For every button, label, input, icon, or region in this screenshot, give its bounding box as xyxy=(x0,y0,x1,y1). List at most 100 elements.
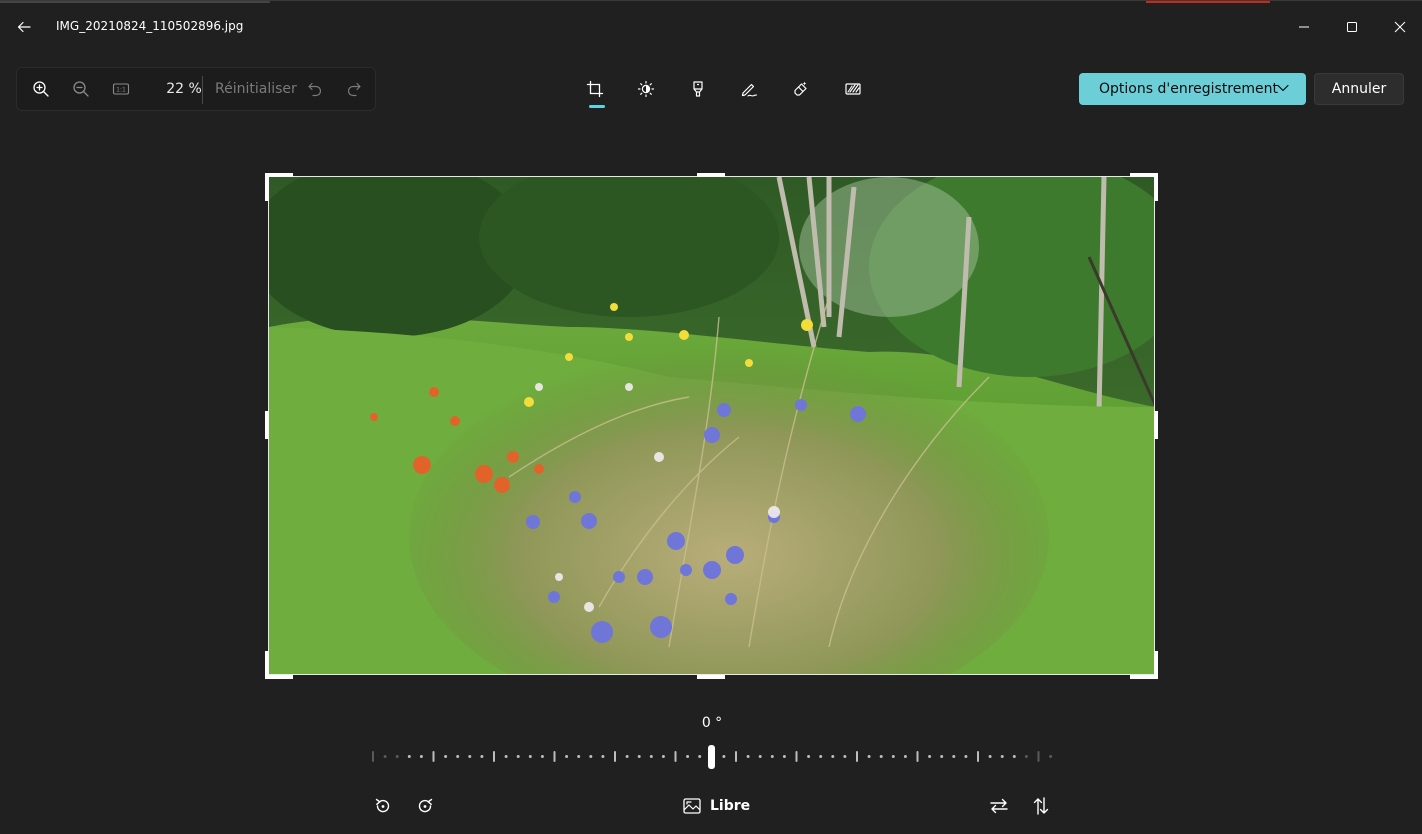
ruler-minor-tick xyxy=(819,755,823,758)
crop-handle-top-left-vertical[interactable] xyxy=(265,173,269,201)
minimize-button[interactable] xyxy=(1288,11,1320,43)
ruler-minor-tick xyxy=(843,755,847,758)
ruler-major-tick xyxy=(553,751,556,762)
ruler-minor-tick xyxy=(540,755,544,758)
ruler-minor-tick xyxy=(419,755,423,758)
crop-handle-left[interactable] xyxy=(265,411,269,439)
crop-handle-bottom[interactable] xyxy=(697,675,725,679)
ruler-minor-tick xyxy=(928,755,932,758)
photo-canvas[interactable] xyxy=(268,176,1155,675)
close-button[interactable] xyxy=(1384,11,1416,43)
crop-handle-right[interactable] xyxy=(1154,411,1158,439)
erase-icon xyxy=(794,81,807,96)
aspect-ratio-icon xyxy=(683,798,701,814)
actual-size-button[interactable]: 1:1 xyxy=(106,74,136,104)
background-tool-button[interactable] xyxy=(838,74,868,104)
flip-horizontal-icon xyxy=(990,798,1008,814)
crop-handle-bottom-left-vertical[interactable] xyxy=(265,651,269,679)
arrow-left-icon xyxy=(17,21,31,33)
ruler-minor-tick xyxy=(940,755,944,758)
ruler-minor-tick xyxy=(807,755,811,758)
ruler-minor-tick xyxy=(516,755,520,758)
ruler-minor-tick xyxy=(577,755,581,758)
rotate-left-icon xyxy=(375,798,390,813)
zoom-separator xyxy=(202,76,203,104)
adjustment-tool-button[interactable] xyxy=(631,74,661,104)
ruler-minor-tick xyxy=(782,755,786,758)
active-tool-indicator xyxy=(589,105,605,108)
redo-button[interactable] xyxy=(339,74,369,104)
zoom-in-icon xyxy=(33,81,49,97)
crop-tool-button[interactable] xyxy=(580,74,610,104)
back-button[interactable] xyxy=(10,13,38,41)
ruler-major-tick xyxy=(432,751,435,762)
flip-horizontal-button[interactable] xyxy=(984,791,1014,821)
flip-vertical-button[interactable] xyxy=(1026,791,1056,821)
ruler-minor-tick xyxy=(625,755,629,758)
undo-icon xyxy=(308,82,322,97)
reset-button[interactable]: Réinitialiser xyxy=(215,81,297,97)
ruler-major-tick xyxy=(977,751,979,762)
crop-handle-top-left[interactable] xyxy=(265,173,293,177)
erase-tool-button[interactable] xyxy=(786,74,816,104)
maximize-button[interactable] xyxy=(1336,11,1368,43)
redo-icon xyxy=(347,82,361,97)
ruler-minor-tick xyxy=(480,755,484,758)
ruler-minor-tick xyxy=(903,755,907,758)
markup-icon xyxy=(741,83,758,97)
minimize-icon xyxy=(1299,26,1309,28)
zoom-out-icon xyxy=(73,81,89,97)
ruler-minor-tick xyxy=(456,755,460,758)
actual-size-icon: 1:1 xyxy=(112,83,130,95)
title-bar: IMG_20210824_110502896.jpg xyxy=(0,1,1422,53)
background-blur-icon xyxy=(845,83,861,95)
ruler-minor-tick xyxy=(395,755,399,758)
filter-tool-button[interactable] xyxy=(683,74,713,104)
ruler-minor-tick xyxy=(528,755,532,758)
ruler-major-tick xyxy=(916,751,919,762)
zoom-in-button[interactable] xyxy=(26,74,56,104)
ruler-minor-tick xyxy=(722,755,726,758)
straighten-angle-label: 0 ° xyxy=(701,715,723,731)
straighten-slider-thumb[interactable] xyxy=(708,745,715,769)
ruler-minor-tick xyxy=(407,755,411,758)
adjustment-icon xyxy=(637,80,655,98)
flip-vertical-icon xyxy=(1033,797,1049,815)
chevron-down-icon xyxy=(1277,84,1289,92)
ruler-minor-tick xyxy=(988,755,992,758)
ruler-minor-tick xyxy=(1024,755,1028,758)
aspect-ratio-button[interactable]: Libre xyxy=(682,793,750,819)
rotate-right-button[interactable] xyxy=(410,791,440,821)
rotate-left-button[interactable] xyxy=(368,791,398,821)
maximize-icon xyxy=(1347,22,1357,32)
save-options-button[interactable]: Options d'enregistrement xyxy=(1079,73,1306,105)
file-title: IMG_20210824_110502896.jpg xyxy=(56,19,244,33)
ruler-minor-tick xyxy=(952,755,956,758)
ruler-minor-tick xyxy=(1012,755,1016,758)
close-icon xyxy=(1394,21,1406,33)
ruler-major-tick xyxy=(493,751,495,762)
crop-handle-bottom-left[interactable] xyxy=(265,675,293,679)
ruler-minor-tick xyxy=(504,755,508,758)
undo-button[interactable] xyxy=(300,74,330,104)
ruler-minor-tick xyxy=(468,755,472,758)
crop-handle-bottom-right-vertical[interactable] xyxy=(1154,651,1158,679)
photos-editor-window: IMG_20210824_110502896.jpg 1:1 22 % Réin… xyxy=(0,0,1422,834)
ruler-minor-tick xyxy=(601,755,605,758)
ruler-minor-tick xyxy=(1000,755,1004,758)
ruler-minor-tick xyxy=(383,755,387,758)
ruler-major-tick xyxy=(795,751,798,762)
zoom-toolbar: 1:1 22 % Réinitialiser xyxy=(16,67,376,111)
zoom-out-button[interactable] xyxy=(66,74,96,104)
crop-handle-top-right-vertical[interactable] xyxy=(1154,173,1158,201)
ruler-minor-tick xyxy=(758,755,762,758)
ruler-minor-tick xyxy=(746,755,750,758)
markup-tool-button[interactable] xyxy=(734,74,764,104)
crop-icon xyxy=(586,80,604,98)
ruler-major-tick xyxy=(614,751,616,762)
crop-handle-top[interactable] xyxy=(697,173,725,177)
ruler-minor-tick xyxy=(891,755,895,758)
ruler-minor-tick xyxy=(649,755,653,758)
ruler-minor-tick xyxy=(879,755,883,758)
cancel-button[interactable]: Annuler xyxy=(1314,73,1404,105)
